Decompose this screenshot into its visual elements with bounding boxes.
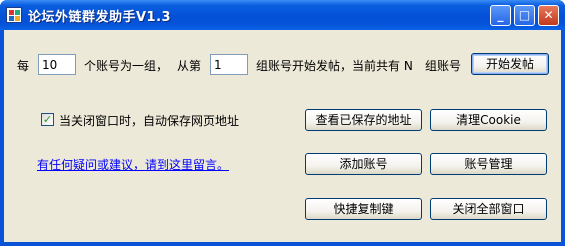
app-window: 论坛外链群发助手V1.3 _ □ ✕ 每 个账号为一组， 从第 组账号开始发帖，… bbox=[0, 0, 565, 246]
start-group-input[interactable] bbox=[210, 54, 248, 75]
group-size-input[interactable] bbox=[38, 54, 76, 75]
quick-copy-button[interactable]: 快捷复制键 bbox=[305, 198, 422, 220]
check-icon: ✓ bbox=[42, 113, 53, 126]
per-label: 每 bbox=[17, 59, 30, 73]
view-saved-addresses-button[interactable]: 查看已保存的地址 bbox=[305, 109, 422, 131]
autosave-checkbox[interactable]: ✓ bbox=[41, 113, 54, 126]
manage-accounts-button[interactable]: 账号管理 bbox=[430, 153, 547, 175]
clear-cookie-button[interactable]: 清理Cookie bbox=[430, 109, 547, 131]
start-posting-button[interactable]: 开始发帖 bbox=[471, 53, 549, 75]
close-button[interactable]: ✕ bbox=[538, 5, 559, 26]
maximize-icon: □ bbox=[518, 8, 531, 22]
minimize-button[interactable]: _ bbox=[490, 5, 511, 26]
title-bar[interactable]: 论坛外链群发助手V1.3 _ □ ✕ bbox=[0, 0, 565, 30]
feedback-link[interactable]: 有任何疑问或建议，请到这里留言。 bbox=[37, 156, 229, 173]
add-account-button[interactable]: 添加账号 bbox=[305, 153, 422, 175]
app-icon[interactable] bbox=[6, 7, 22, 23]
client-area: 每 个账号为一组， 从第 组账号开始发帖，当前共有 N 组账号 开始发帖 ✓ 当… bbox=[4, 30, 561, 242]
start-info-label: 组账号开始发帖，当前共有 N bbox=[256, 59, 413, 73]
minimize-icon: _ bbox=[497, 8, 504, 22]
maximize-button[interactable]: □ bbox=[514, 5, 535, 26]
autosave-label[interactable]: 当关闭窗口时，自动保存网页地址 bbox=[59, 112, 239, 129]
close-all-windows-button[interactable]: 关闭全部窗口 bbox=[430, 198, 547, 220]
from-label: 从第 bbox=[177, 59, 202, 73]
group-count-label: 组账号 bbox=[425, 59, 462, 73]
window-title: 论坛外链群发助手V1.3 bbox=[28, 10, 172, 25]
close-icon: ✕ bbox=[543, 8, 554, 22]
group-suffix-label: 个账号为一组， bbox=[84, 59, 169, 73]
